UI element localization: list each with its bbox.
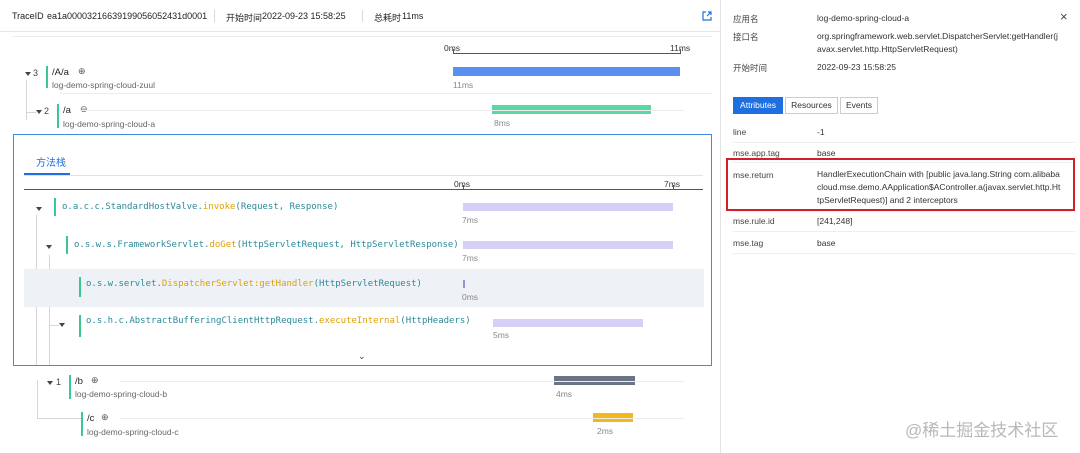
attr-key: mse.return (733, 170, 774, 180)
total-time-value: 11ms (402, 11, 424, 21)
span-detail-panel: × 应用名 log-demo-spring-cloud-a 接口名 org.sp… (720, 0, 1080, 453)
attr-value: -1 (817, 127, 825, 137)
span-operation: /b (75, 376, 83, 387)
start-time-value: 2022-09-23 15:58:25 (817, 62, 896, 72)
span-service: log-demo-spring-cloud-c (87, 427, 179, 437)
method-row[interactable]: o.s.h.c.AbstractBufferingClientHttpReque… (24, 313, 704, 351)
span-service: log-demo-spring-cloud-zuul (52, 80, 155, 90)
attr-value: HandlerExecutionChain with [public java.… (817, 169, 1061, 205)
interface-name-value: org.springframework.web.servlet.Dispatch… (817, 31, 1058, 54)
method-name: o.a.c.c.StandardHostValve.invoke(Request… (62, 202, 339, 212)
method-name: o.s.w.s.FrameworkServlet.doGet(HttpServl… (74, 240, 459, 250)
watermark: @稀土掘金技术社区 (905, 421, 1059, 440)
tab-resources[interactable]: Resources (785, 97, 838, 114)
method-bar[interactable] (463, 203, 673, 211)
attr-key: mse.rule.id (733, 216, 775, 226)
method-name: o.s.h.c.AbstractBufferingClientHttpReque… (86, 316, 471, 326)
method-bar[interactable] (493, 319, 643, 327)
span-duration: 4ms (556, 389, 573, 399)
span-duration: 11ms (453, 80, 474, 90)
zoom-in-icon[interactable]: ⊕ (101, 412, 109, 423)
app-name-label: 应用名 (733, 14, 759, 24)
span-service: log-demo-spring-cloud-a (63, 119, 156, 129)
method-duration: 7ms (462, 253, 479, 263)
tab-attributes[interactable]: Attributes (733, 97, 783, 114)
span-service: log-demo-spring-cloud-b (75, 389, 168, 399)
collapse-caret-icon[interactable] (47, 381, 53, 385)
collapse-caret-icon[interactable] (25, 72, 31, 76)
start-time-label: 开始时间 (226, 13, 263, 23)
attr-key: mse.tag (733, 238, 764, 248)
close-icon[interactable]: × (1060, 10, 1068, 23)
collapse-caret-icon[interactable] (36, 110, 42, 114)
trace-id-label: TraceID (12, 11, 44, 21)
child-count: 3 (33, 68, 39, 78)
method-stack-tab[interactable]: 方法栈 (36, 154, 66, 169)
method-row-selected[interactable]: o.s.w.servlet.DispatcherServlet:getHandl… (24, 269, 704, 307)
span-operation: /A/a (52, 67, 69, 78)
scroll-down-chevron-icon[interactable]: ⌄ (358, 351, 366, 362)
span-duration: 2ms (597, 426, 614, 436)
method-duration: 7ms (462, 215, 479, 225)
trace-header: TraceID ea1a0000321663919905605243​1d000… (0, 0, 720, 32)
span-duration: 8ms (494, 118, 511, 128)
method-stack-panel: 方法栈 0ms 7ms o.a.c.c.StandardHostValve.in… (13, 134, 712, 366)
attr-value: base (817, 238, 836, 248)
collapse-caret-icon[interactable] (46, 245, 52, 249)
zoom-in-icon[interactable]: ⊕ (91, 375, 99, 386)
method-bar[interactable] (463, 241, 673, 249)
method-bar[interactable] (463, 280, 465, 288)
span-operation: /c (87, 413, 95, 424)
child-count: 2 (44, 106, 50, 116)
collapse-caret-icon[interactable] (59, 323, 65, 327)
interface-name-label: 接口名 (733, 32, 759, 42)
attr-key: line (733, 127, 747, 137)
tab-events[interactable]: Events (840, 97, 878, 114)
attr-key: mse.app.tag (733, 148, 780, 158)
method-duration: 0ms (462, 292, 479, 302)
method-name: o.s.w.servlet.DispatcherServlet:getHandl… (86, 279, 422, 289)
method-row[interactable]: o.s.w.s.FrameworkServlet.doGet(HttpServl… (24, 233, 704, 271)
export-icon[interactable] (702, 11, 712, 21)
timeline-axis (453, 53, 681, 54)
app-name-value: log-demo-spring-cloud-a (817, 13, 910, 23)
method-row[interactable]: o.a.c.c.StandardHostValve.invoke(Request… (24, 195, 704, 233)
child-count: 1 (56, 377, 62, 387)
collapse-caret-icon[interactable] (36, 207, 42, 211)
trace-id-value: ea1a0000321663919905605243​1d0001 (47, 11, 208, 21)
attr-value: [241,248] (817, 216, 853, 226)
total-time-label: 总耗时 (374, 13, 402, 23)
start-time-value: 2022-09-23 15:58:25 (262, 11, 346, 21)
start-time-label: 开始时间 (733, 63, 768, 73)
zoom-in-icon[interactable]: ⊕ (78, 66, 86, 77)
method-duration: 5ms (493, 330, 510, 340)
span-bar[interactable] (453, 67, 680, 76)
span-operation: /a (63, 105, 71, 116)
